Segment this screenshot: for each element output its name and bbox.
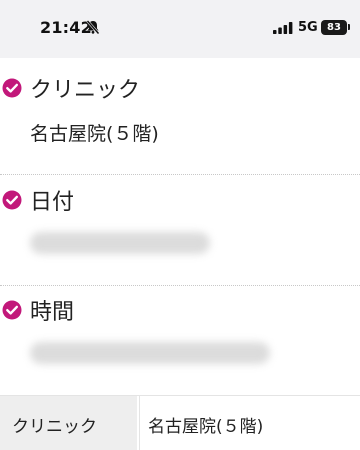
battery-icon: 83 [321, 20, 347, 35]
table-row-label: クリニック [0, 396, 137, 450]
section-date-value-redacted [30, 232, 210, 254]
battery-nub [348, 24, 350, 30]
divider [0, 174, 360, 175]
check-circle-icon [2, 190, 22, 210]
section-date: 日付 [0, 184, 360, 284]
section-date-title: 日付 [30, 190, 75, 215]
section-time-header: 時間 [0, 294, 300, 325]
section-date-header: 日付 [0, 184, 300, 215]
network-type-label: 5G [298, 20, 318, 35]
table-row-value: 名古屋院(５階) [139, 396, 360, 450]
bell-slash-icon [86, 20, 100, 35]
check-circle-icon [2, 78, 22, 98]
signal-bars-icon [273, 22, 293, 34]
status-bar: 21:42 5G 83 [0, 0, 360, 58]
section-clinic-value: 名古屋院(５階) [30, 123, 159, 145]
divider [0, 285, 360, 286]
section-clinic-title: クリニック [30, 78, 141, 103]
section-clinic: クリニック 名古屋院(５階) [0, 72, 360, 172]
section-time-value-redacted [30, 342, 270, 364]
section-time-title: 時間 [30, 300, 75, 325]
check-circle-icon [2, 300, 22, 320]
summary-table: クリニック 名古屋院(５階) [0, 395, 360, 450]
section-clinic-header: クリニック [0, 72, 300, 103]
section-time: 時間 [0, 294, 360, 394]
